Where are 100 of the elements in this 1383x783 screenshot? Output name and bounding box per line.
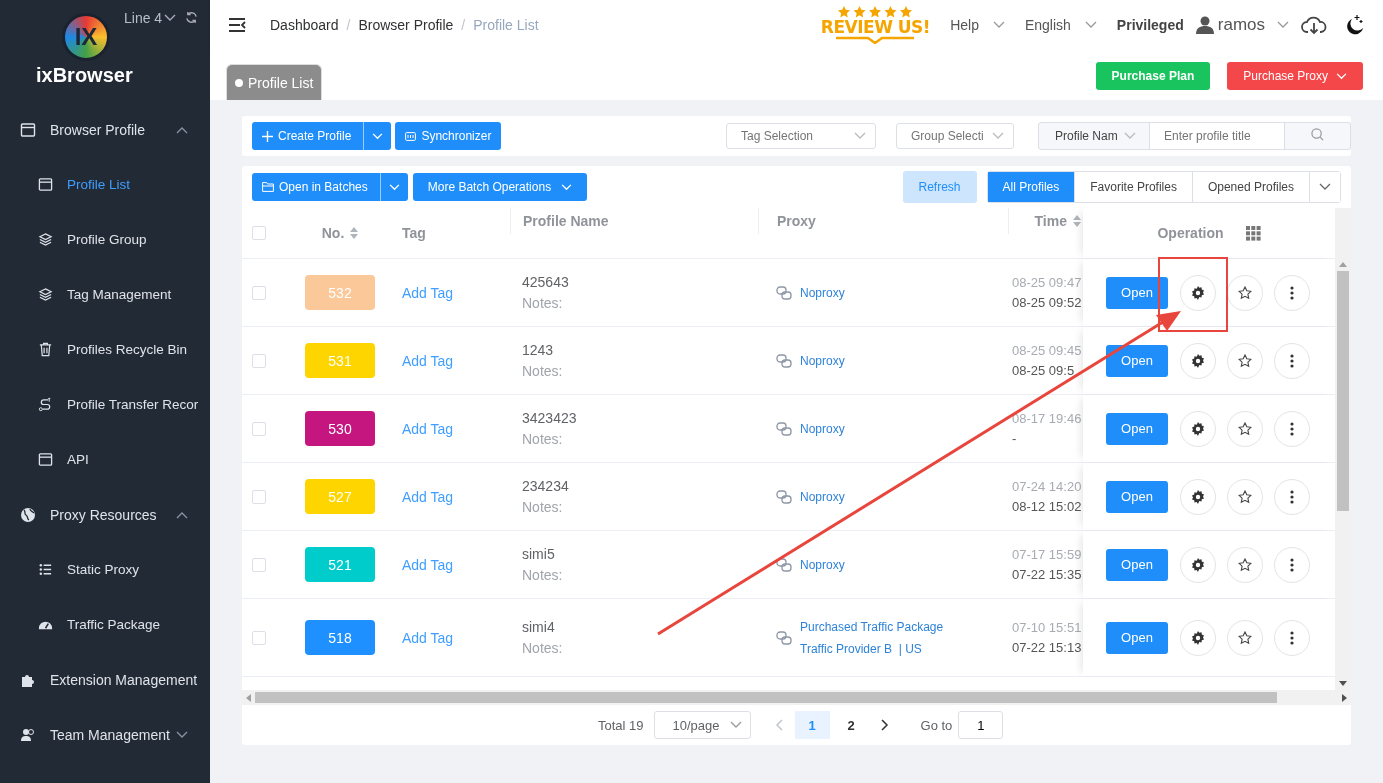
sidebar-item[interactable]: Profiles Recycle Bin xyxy=(0,322,210,377)
add-tag-link[interactable]: Add Tag xyxy=(402,556,454,573)
more-icon xyxy=(1290,557,1294,572)
help-menu[interactable]: Help xyxy=(950,17,1005,33)
cloud-download-icon[interactable] xyxy=(1301,15,1327,35)
sidebar-item[interactable]: Profile Group xyxy=(0,212,210,267)
filter-tab[interactable]: All Profiles xyxy=(987,172,1075,202)
grid-icon[interactable] xyxy=(1245,225,1261,241)
more-options-button[interactable] xyxy=(1274,274,1310,311)
settings-button[interactable] xyxy=(1180,410,1216,447)
more-options-button[interactable] xyxy=(1274,546,1310,583)
sidebar-group[interactable]: Proxy Resources xyxy=(0,487,210,542)
horizontal-scrollbar[interactable] xyxy=(242,690,1351,705)
open-button[interactable]: Open xyxy=(1106,621,1168,654)
breadcrumb-link[interactable]: Dashboard xyxy=(270,17,339,33)
column-header[interactable]: No. xyxy=(321,225,345,241)
group-select[interactable]: Group Selecti xyxy=(896,123,1014,149)
purchase-proxy-button[interactable]: Purchase Proxy xyxy=(1227,62,1363,90)
settings-button[interactable] xyxy=(1180,478,1216,515)
synchronizer-button[interactable]: Synchronizer xyxy=(395,122,502,150)
open-in-batches-button[interactable]: Open in Batches xyxy=(252,173,380,201)
open-button[interactable]: Open xyxy=(1106,548,1168,581)
settings-button[interactable] xyxy=(1180,342,1216,379)
sidebar-item[interactable]: Profile Transfer Recor xyxy=(0,377,210,432)
page-number[interactable]: 1 xyxy=(794,711,830,739)
more-options-button[interactable] xyxy=(1274,478,1310,515)
row-checkbox[interactable] xyxy=(252,285,266,300)
proxy-link[interactable]: Noproxy xyxy=(800,353,845,368)
breadcrumb-link[interactable]: Profile List xyxy=(473,17,539,33)
more-options-button[interactable] xyxy=(1274,410,1310,447)
select-all-checkbox[interactable] xyxy=(252,226,266,240)
page-size-select[interactable]: 10/page xyxy=(653,711,751,739)
row-checkbox[interactable] xyxy=(252,489,266,504)
created-time: 07-24 14:20 xyxy=(1012,479,1082,494)
search-button[interactable] xyxy=(1285,122,1351,150)
sidebar-item[interactable]: Traffic Package xyxy=(0,597,210,652)
page-tab[interactable]: Profile List xyxy=(226,64,323,100)
refresh-button[interactable]: Refresh xyxy=(902,171,977,203)
sort-icon[interactable] xyxy=(1073,215,1081,227)
refresh-icon[interactable] xyxy=(185,11,198,24)
sidebar-item[interactable]: Profile List xyxy=(0,157,210,212)
sort-icon[interactable] xyxy=(350,227,359,239)
sidebar-group[interactable]: Team Management xyxy=(0,707,210,762)
settings-button[interactable] xyxy=(1180,619,1216,656)
more-options-button[interactable] xyxy=(1274,619,1310,656)
sidebar-group[interactable]: Browser Profile xyxy=(0,102,210,157)
proxy-link[interactable]: Noproxy xyxy=(800,557,845,572)
row-checkbox[interactable] xyxy=(252,630,266,645)
line-selector[interactable]: Line 4 xyxy=(120,8,181,28)
menu-icon[interactable] xyxy=(228,17,246,33)
create-profile-button[interactable]: Create Profile xyxy=(252,122,364,150)
add-tag-link[interactable]: Add Tag xyxy=(402,629,454,646)
favorite-button[interactable] xyxy=(1227,478,1263,515)
favorite-button[interactable] xyxy=(1227,410,1263,447)
add-tag-link[interactable]: Add Tag xyxy=(402,488,454,505)
proxy-link[interactable]: Noproxy xyxy=(800,421,845,436)
batch-dropdown-button[interactable] xyxy=(379,173,408,201)
proxy-link[interactable]: Noproxy xyxy=(800,489,845,504)
go-to-field[interactable]: 1 xyxy=(958,711,1004,739)
more-options-button[interactable] xyxy=(1274,342,1310,379)
sidebar-group[interactable]: Extension Management xyxy=(0,652,210,707)
opened-time: 08-12 15:02 xyxy=(1012,499,1082,514)
sidebar-item[interactable]: Tag Management xyxy=(0,267,210,322)
breadcrumb-link[interactable]: Browser Profile xyxy=(358,17,454,33)
search-field-select[interactable]: Profile Nam xyxy=(1038,122,1150,150)
settings-button[interactable] xyxy=(1180,274,1216,311)
open-button[interactable]: Open xyxy=(1106,412,1168,445)
user-menu[interactable]: ramos xyxy=(1195,15,1289,35)
next-page-icon[interactable] xyxy=(880,719,889,731)
proxy-link[interactable]: Purchased Traffic Package xyxy=(800,619,944,634)
sidebar-item[interactable]: Static Proxy xyxy=(0,542,210,597)
create-dropdown-button[interactable] xyxy=(363,122,392,150)
add-tag-link[interactable]: Add Tag xyxy=(402,284,454,301)
language-menu[interactable]: English xyxy=(1024,17,1097,33)
search-field[interactable]: Enter profile title xyxy=(1150,122,1285,150)
open-button[interactable]: Open xyxy=(1106,276,1168,309)
add-tag-link[interactable]: Add Tag xyxy=(402,420,454,437)
previous-page-icon[interactable] xyxy=(774,719,783,731)
row-checkbox[interactable] xyxy=(252,421,266,436)
proxy-link[interactable]: Noproxy xyxy=(800,285,845,300)
vertical-scrollbar[interactable] xyxy=(1335,208,1351,690)
favorite-button[interactable] xyxy=(1227,274,1263,311)
column-header[interactable]: Time xyxy=(1034,213,1067,229)
sidebar-item[interactable]: API xyxy=(0,432,210,487)
open-button[interactable]: Open xyxy=(1106,480,1168,513)
proxy-link[interactable]: Traffic Provider B | US xyxy=(800,641,944,656)
open-button[interactable]: Open xyxy=(1106,344,1168,377)
row-checkbox[interactable] xyxy=(252,557,266,572)
settings-button[interactable] xyxy=(1180,546,1216,583)
more-batch-operations-button[interactable]: More Batch Operations xyxy=(412,173,588,201)
breadcrumb-separator: / xyxy=(346,17,351,33)
favorite-button[interactable] xyxy=(1227,619,1263,656)
row-checkbox[interactable] xyxy=(252,353,266,368)
tag-select[interactable]: Tag Selection xyxy=(726,123,876,149)
window-icon xyxy=(38,452,53,467)
favorite-button[interactable] xyxy=(1227,546,1263,583)
purchase-plan-button[interactable]: Purchase Plan xyxy=(1095,62,1211,90)
add-tag-link[interactable]: Add Tag xyxy=(402,352,454,369)
favorite-button[interactable] xyxy=(1227,342,1263,379)
filter-dropdown-button[interactable] xyxy=(1309,172,1340,202)
